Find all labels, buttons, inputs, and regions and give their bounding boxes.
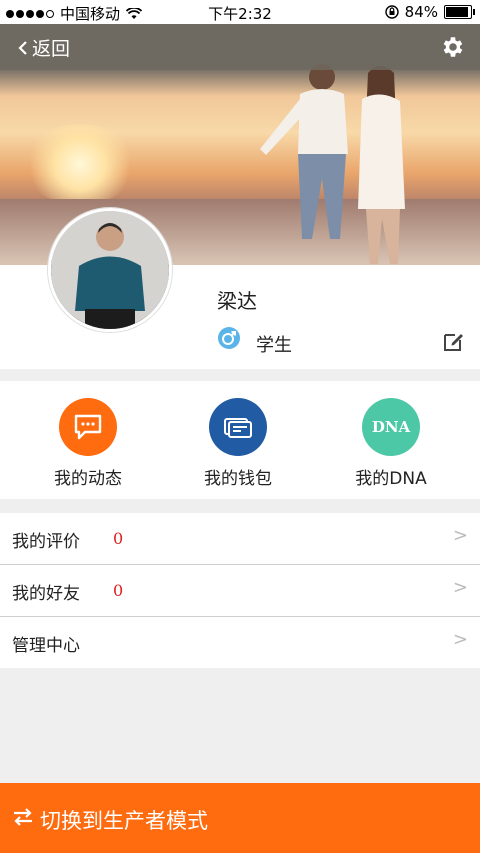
chevron-right-icon: > (452, 629, 468, 650)
switch-mode-label: 切换到生产者模式 (40, 809, 208, 833)
menu-item-label: 管理中心 (12, 636, 80, 656)
menu-item-label: 我的好友 (12, 584, 80, 604)
battery-percent: 84% (404, 3, 438, 21)
menu-item-admin-center[interactable]: 管理中心 > (0, 617, 480, 668)
chevron-left-icon (18, 40, 27, 55)
swap-icon (14, 808, 32, 826)
menu-list: 我的评价 0 > 我的好友 0 > 管理中心 > (0, 513, 480, 668)
orientation-lock-icon (384, 5, 399, 19)
quick-actions: 我的动态 我的钱包 DNA 我的DNA (0, 381, 480, 499)
menu-item-count: 0 (113, 529, 124, 548)
dna-icon-text: DNA (371, 418, 411, 436)
back-label: 返回 (32, 38, 71, 60)
menu-item-reviews[interactable]: 我的评价 0 > (0, 513, 480, 565)
dna-icon: DNA (362, 398, 420, 456)
status-bar: 中国移动 下午2:32 84% (0, 0, 480, 24)
profile-role: 学生 (256, 335, 292, 356)
male-icon (218, 327, 240, 349)
wallet-icon (209, 398, 267, 456)
quick-action-label: 我的动态 (54, 469, 122, 489)
quick-action-moments[interactable]: 我的动态 (18, 398, 158, 489)
battery-icon (444, 5, 475, 19)
chevron-right-icon: > (452, 577, 468, 598)
quick-action-dna[interactable]: DNA 我的DNA (321, 398, 461, 489)
message-icon (59, 398, 117, 456)
couple-illustration (260, 64, 405, 264)
edit-icon[interactable] (442, 329, 466, 353)
nav-bar: 返回 (0, 24, 480, 70)
back-button[interactable]: 返回 (18, 34, 70, 61)
profile-name: 梁达 (217, 289, 257, 313)
quick-action-label: 我的钱包 (204, 469, 272, 489)
settings-gear-icon[interactable] (440, 34, 466, 60)
chevron-right-icon: > (452, 525, 468, 546)
quick-action-wallet[interactable]: 我的钱包 (168, 398, 308, 489)
switch-mode-button[interactable]: 切换到生产者模式 (0, 783, 480, 853)
menu-item-friends[interactable]: 我的好友 0 > (0, 565, 480, 617)
avatar[interactable] (48, 208, 172, 332)
quick-action-label: 我的DNA (355, 469, 427, 489)
battery-group: 84% (384, 3, 475, 21)
menu-item-label: 我的评价 (12, 532, 80, 552)
menu-item-count: 0 (113, 581, 124, 600)
